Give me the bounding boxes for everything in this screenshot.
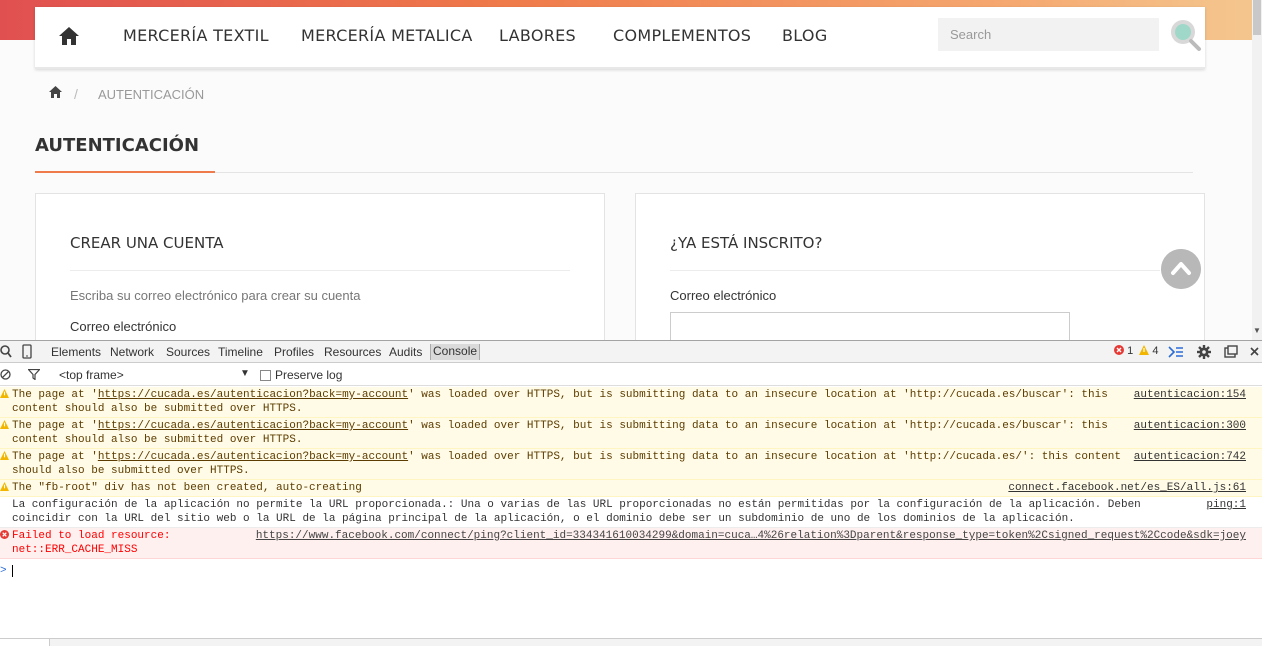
- close-devtools-icon[interactable]: [1250, 347, 1259, 356]
- preserve-log-checkbox[interactable]: [260, 370, 271, 381]
- tab-audits[interactable]: Audits: [389, 345, 422, 359]
- main-navbar: MERCERÍA TEXTIL MERCERÍA METALICA LABORE…: [35, 7, 1205, 69]
- message-source-link[interactable]: ping:1: [1194, 498, 1262, 512]
- inspect-search-icon[interactable]: [0, 345, 12, 358]
- preserve-log-label: Preserve log: [275, 368, 343, 382]
- devtools-panel: Elements Network Sources Timeline Profil…: [0, 340, 1262, 646]
- device-mode-icon[interactable]: [22, 344, 32, 359]
- title-accent-underline: [35, 171, 215, 173]
- tab-timeline[interactable]: Timeline: [218, 345, 263, 359]
- message-text: The page at ': [12, 420, 98, 432]
- tab-elements[interactable]: Elements: [51, 345, 101, 359]
- nav-labores[interactable]: LABORES: [499, 26, 576, 45]
- message-source-link[interactable]: connect.facebook.net/es_ES/all.js:61: [996, 481, 1262, 495]
- message-source-link[interactable]: autenticacion:154: [1121, 388, 1262, 402]
- breadcrumb-separator: /: [74, 86, 78, 102]
- filter-icon[interactable]: [28, 369, 40, 380]
- message-source-link[interactable]: https://www.facebook.com/connect/ping?cl…: [243, 529, 1262, 543]
- search-input[interactable]: [938, 18, 1159, 51]
- console-message: ping:1 La configuración de la aplicación …: [0, 497, 1262, 528]
- devtools-tabbar: Elements Network Sources Timeline Profil…: [0, 341, 1262, 363]
- search-icon[interactable]: [1167, 17, 1203, 53]
- issue-counts[interactable]: 1 4: [1114, 345, 1158, 357]
- console-message: https://www.facebook.com/connect/ping?cl…: [0, 528, 1262, 559]
- website-viewport: MERCERÍA TEXTIL MERCERÍA METALICA LABORE…: [0, 0, 1262, 340]
- scroll-down-arrow-icon[interactable]: ▼: [1253, 326, 1261, 335]
- dock-side-icon[interactable]: [1224, 345, 1238, 358]
- tab-sources[interactable]: Sources: [166, 345, 210, 359]
- create-email-label: Correo electrónico: [70, 319, 177, 334]
- message-text: The page at ': [12, 389, 98, 401]
- login-email-field[interactable]: [670, 312, 1070, 340]
- message-source-link[interactable]: autenticacion:742: [1121, 450, 1262, 464]
- message-text: The "fb-root" div has not been created, …: [12, 482, 362, 494]
- message-url-link[interactable]: https://cucada.es/autenticacion?back=my-…: [98, 451, 408, 463]
- tab-profiles[interactable]: Profiles: [274, 345, 314, 359]
- error-icon: [0, 530, 9, 539]
- scroll-to-top-button[interactable]: [1161, 249, 1201, 289]
- page-scrollbar-thumb[interactable]: [1253, 0, 1261, 35]
- console-message: autenticacion:742 The page at 'https://cu…: [0, 449, 1262, 480]
- nav-blog[interactable]: BLOG: [782, 26, 828, 45]
- message-source-link[interactable]: autenticacion:300: [1121, 419, 1262, 433]
- console-messages: autenticacion:154 The page at 'https://cu…: [0, 387, 1262, 559]
- error-count-icon: [1114, 345, 1124, 355]
- warning-count-icon: [1139, 345, 1150, 355]
- page-title: AUTENTICACIÓN: [35, 135, 200, 156]
- create-account-hint: Escriba su correo electrónico para crear…: [70, 288, 361, 303]
- console-message: autenticacion:300 The page at 'https://cu…: [0, 418, 1262, 449]
- message-url-link[interactable]: https://cucada.es/autenticacion?back=my-…: [98, 420, 408, 432]
- panel-divider: [670, 270, 1160, 271]
- frame-select-arrow-icon[interactable]: ▼: [240, 368, 250, 379]
- warning-icon: [0, 389, 9, 398]
- message-text: net::ERR_CACHE_MISS: [12, 544, 138, 556]
- console-prompt-icon: >: [0, 565, 7, 577]
- create-account-title: CREAR UNA CUENTA: [70, 234, 224, 252]
- warning-icon: [0, 451, 9, 460]
- error-count: 1: [1127, 345, 1134, 357]
- create-account-panel: CREAR UNA CUENTA Escriba su correo elect…: [35, 193, 605, 340]
- breadcrumb-current: AUTENTICACIÓN: [98, 87, 205, 102]
- nav-merceria-textil[interactable]: MERCERÍA TEXTIL: [123, 26, 269, 45]
- login-email-label: Correo electrónico: [670, 288, 777, 303]
- message-text: La configuración de la aplicación no per…: [12, 499, 1148, 525]
- console-message: autenticacion:154 The page at 'https://cu…: [0, 387, 1262, 418]
- warning-count: 4: [1152, 345, 1159, 357]
- warning-icon: [0, 420, 9, 429]
- show-drawer-icon[interactable]: [1168, 346, 1184, 358]
- nav-complementos[interactable]: COMPLEMENTOS: [613, 26, 751, 45]
- tab-console[interactable]: Console: [430, 344, 481, 360]
- tab-resources[interactable]: Resources: [324, 345, 381, 359]
- message-url-link[interactable]: https://cucada.es/autenticacion?back=my-…: [98, 389, 408, 401]
- breadcrumb-home-icon[interactable]: [49, 86, 62, 98]
- home-icon[interactable]: [58, 26, 80, 46]
- panel-divider: [70, 270, 570, 271]
- clear-console-icon[interactable]: [0, 369, 11, 380]
- frame-select[interactable]: <top frame>: [59, 368, 124, 382]
- tab-network[interactable]: Network: [110, 345, 154, 359]
- message-text: Failed to load resource:: [12, 530, 178, 542]
- nav-merceria-metalica[interactable]: MERCERÍA METALICA: [301, 26, 473, 45]
- warning-icon: [0, 482, 9, 491]
- console-message: connect.facebook.net/es_ES/all.js:61 The …: [0, 480, 1262, 497]
- login-title: ¿YA ESTÁ INSCRITO?: [670, 234, 823, 252]
- message-text: The page at ': [12, 451, 98, 463]
- login-panel: ¿YA ESTÁ INSCRITO? Correo electrónico: [635, 193, 1205, 340]
- page-scrollbar[interactable]: [1252, 0, 1262, 340]
- console-input[interactable]: [12, 565, 13, 577]
- console-toolbar: <top frame> ▼ Preserve log: [0, 364, 1262, 386]
- settings-gear-icon[interactable]: [1197, 345, 1211, 359]
